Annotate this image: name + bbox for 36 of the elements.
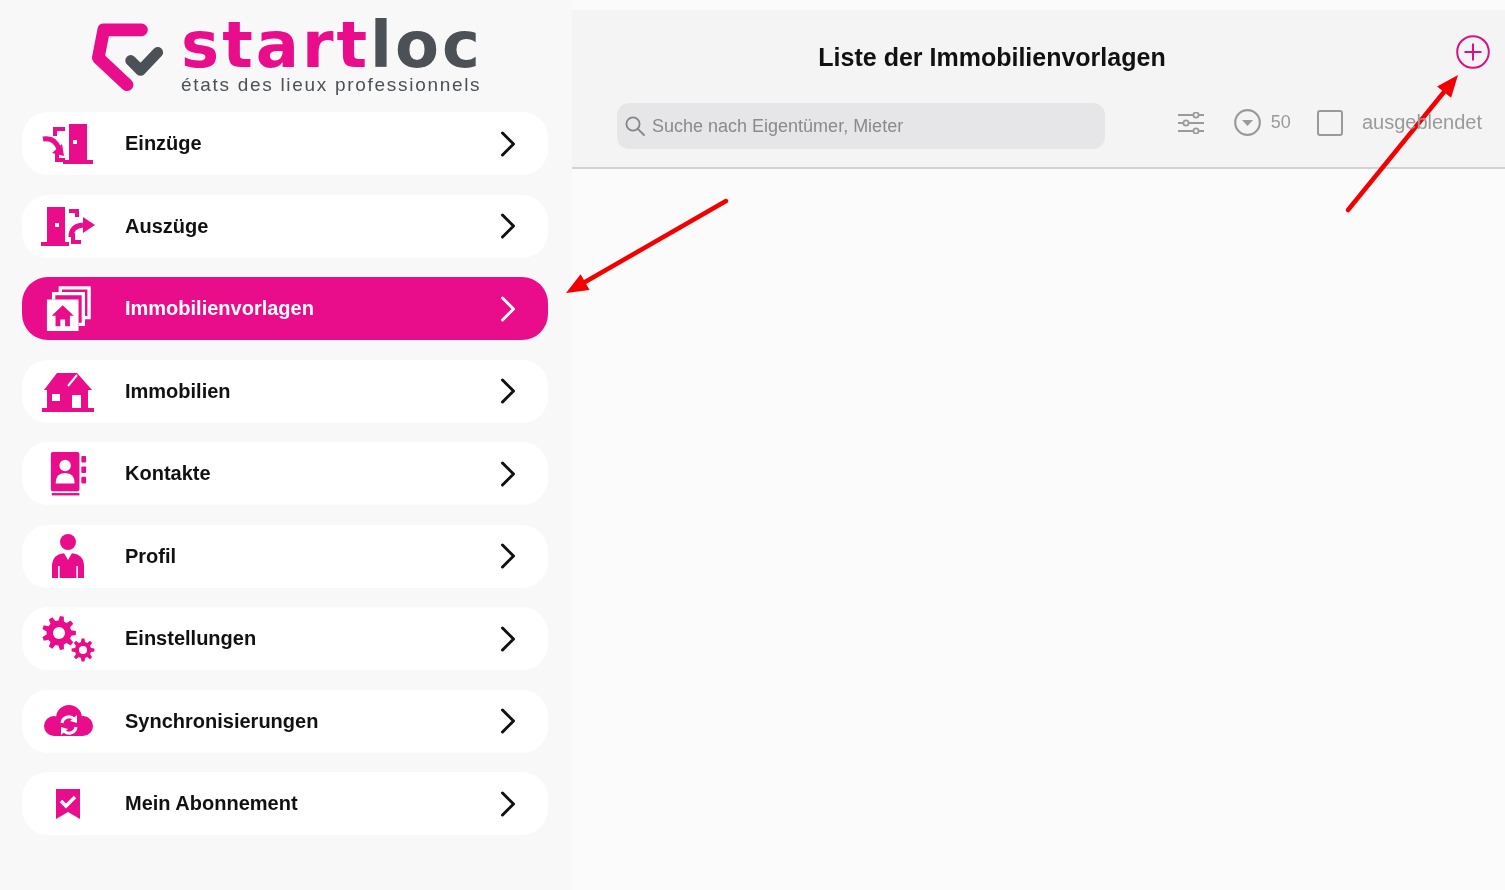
chevron-right-icon <box>500 295 516 322</box>
door-arrow-in-icon <box>41 123 95 164</box>
page-title: Liste der Immobilienvorlagen <box>817 42 1167 72</box>
checkbox[interactable] <box>1316 109 1343 136</box>
add-icon[interactable] <box>1456 35 1490 69</box>
nav-item[interactable]: Mein Abonnement <box>22 772 548 835</box>
nav-item[interactable]: Einstellungen <box>22 607 548 670</box>
address-book-icon <box>48 450 88 497</box>
bookmark-check-icon <box>55 788 81 819</box>
chevron-right-icon <box>500 790 516 817</box>
chevron-right-icon <box>500 213 516 239</box>
nav-item[interactable]: Einzüge <box>22 112 548 175</box>
chevron-right-icon <box>500 543 516 569</box>
nav-item[interactable]: Profil <box>22 524 548 588</box>
logo-wordmark: startloc <box>181 16 483 74</box>
search-field[interactable]: Suche nach Eigentümer, Mieter <box>617 103 1105 149</box>
nav-item[interactable]: Auszüge <box>22 194 548 258</box>
cloud-sync-icon <box>42 704 94 738</box>
chevron-right-icon <box>500 378 516 404</box>
house-icon <box>41 370 95 412</box>
chevron-right-icon <box>500 460 516 487</box>
search-icon <box>625 116 645 136</box>
house-stack-icon <box>44 285 92 332</box>
chevron-right-icon <box>500 625 516 652</box>
nav-item[interactable]: Immobilienvorlagen <box>22 277 548 340</box>
nav-item[interactable]: Synchronisierungen <box>22 689 548 753</box>
logo-tagline: états des lieux professionnels <box>181 74 483 96</box>
chevron-right-icon <box>500 130 516 157</box>
nav-item[interactable]: Immobilien <box>22 359 548 423</box>
door-arrow-out-icon <box>41 206 95 246</box>
person-icon <box>50 534 86 578</box>
caret-down-circle-icon <box>1233 109 1261 136</box>
filter-sliders-icon[interactable] <box>1177 111 1204 134</box>
gears-icon <box>41 615 95 662</box>
nav-item[interactable]: Kontakte <box>22 442 548 505</box>
chevron-right-icon <box>500 708 516 734</box>
